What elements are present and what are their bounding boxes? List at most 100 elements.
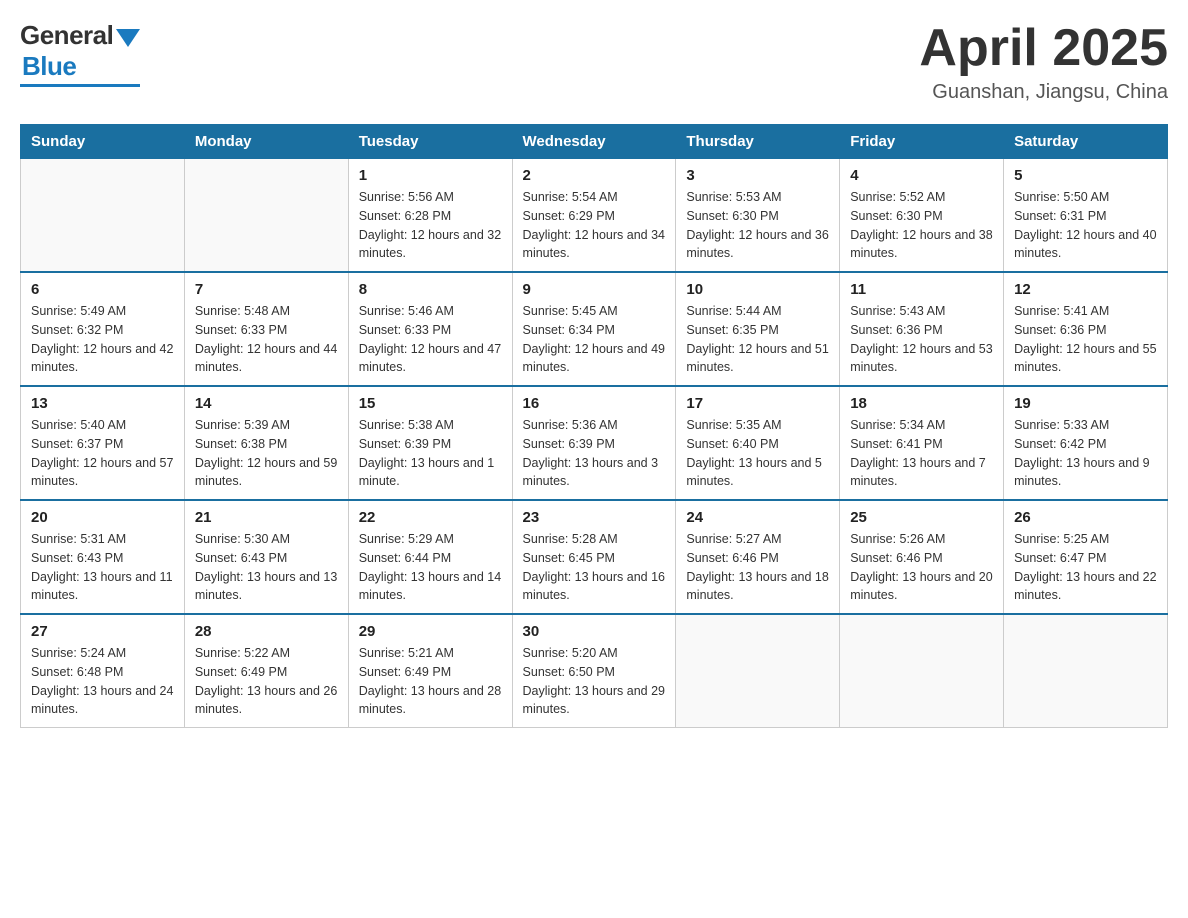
calendar-cell: 5 Sunrise: 5:50 AMSunset: 6:31 PMDaylight… — [1004, 159, 1168, 273]
title-area: April 2025 Guanshan, Jiangsu, China — [919, 20, 1168, 104]
day-info: Sunrise: 5:44 AMSunset: 6:35 PMDaylight:… — [686, 302, 829, 377]
day-info: Sunrise: 5:56 AMSunset: 6:28 PMDaylight:… — [359, 188, 502, 263]
day-number: 13 — [31, 395, 174, 412]
logo-general-text: General — [20, 20, 113, 51]
day-number: 12 — [1014, 281, 1157, 298]
day-info: Sunrise: 5:39 AMSunset: 6:38 PMDaylight:… — [195, 416, 338, 491]
day-number: 11 — [850, 281, 993, 298]
calendar-cell: 11 Sunrise: 5:43 AMSunset: 6:36 PMDayligh… — [840, 272, 1004, 386]
day-number: 26 — [1014, 509, 1157, 526]
day-number: 1 — [359, 167, 502, 184]
calendar-cell — [840, 614, 1004, 728]
day-number: 17 — [686, 395, 829, 412]
day-number: 30 — [523, 623, 666, 640]
calendar-cell: 21 Sunrise: 5:30 AMSunset: 6:43 PMDayligh… — [184, 500, 348, 614]
calendar-cell: 18 Sunrise: 5:34 AMSunset: 6:41 PMDayligh… — [840, 386, 1004, 500]
day-info: Sunrise: 5:20 AMSunset: 6:50 PMDaylight:… — [523, 644, 666, 719]
day-number: 28 — [195, 623, 338, 640]
calendar-cell: 6 Sunrise: 5:49 AMSunset: 6:32 PMDaylight… — [21, 272, 185, 386]
calendar-cell: 7 Sunrise: 5:48 AMSunset: 6:33 PMDaylight… — [184, 272, 348, 386]
calendar-header-wednesday: Wednesday — [512, 125, 676, 159]
day-number: 24 — [686, 509, 829, 526]
calendar-cell: 17Sunrise: 5:35 AMSunset: 6:40 PMDayligh… — [676, 386, 840, 500]
day-number: 23 — [523, 509, 666, 526]
logo-triangle-icon — [116, 29, 140, 47]
calendar-cell: 28Sunrise: 5:22 AMSunset: 6:49 PMDayligh… — [184, 614, 348, 728]
day-number: 7 — [195, 281, 338, 298]
day-number: 29 — [359, 623, 502, 640]
day-info: Sunrise: 5:49 AMSunset: 6:32 PMDaylight:… — [31, 302, 174, 377]
day-number: 27 — [31, 623, 174, 640]
location-text: Guanshan, Jiangsu, China — [919, 81, 1168, 104]
day-info: Sunrise: 5:48 AMSunset: 6:33 PMDaylight:… — [195, 302, 338, 377]
calendar-cell: 20Sunrise: 5:31 AMSunset: 6:43 PMDayligh… — [21, 500, 185, 614]
day-info: Sunrise: 5:43 AMSunset: 6:36 PMDaylight:… — [850, 302, 993, 377]
day-info: Sunrise: 5:36 AMSunset: 6:39 PMDaylight:… — [523, 416, 666, 491]
day-number: 8 — [359, 281, 502, 298]
day-info: Sunrise: 5:30 AMSunset: 6:43 PMDaylight:… — [195, 530, 338, 605]
calendar-cell — [184, 159, 348, 273]
calendar-week-row: 1 Sunrise: 5:56 AMSunset: 6:28 PMDaylight… — [21, 159, 1168, 273]
day-number: 6 — [31, 281, 174, 298]
day-number: 14 — [195, 395, 338, 412]
calendar-header-friday: Friday — [840, 125, 1004, 159]
page-header: General Blue April 2025 Guanshan, Jiangs… — [20, 20, 1168, 104]
day-info: Sunrise: 5:54 AMSunset: 6:29 PMDaylight:… — [523, 188, 666, 263]
day-number: 15 — [359, 395, 502, 412]
calendar-cell: 2 Sunrise: 5:54 AMSunset: 6:29 PMDaylight… — [512, 159, 676, 273]
calendar-cell: 24 Sunrise: 5:27 AMSunset: 6:46 PMDayligh… — [676, 500, 840, 614]
calendar-cell: 23Sunrise: 5:28 AMSunset: 6:45 PMDayligh… — [512, 500, 676, 614]
calendar-cell: 26 Sunrise: 5:25 AMSunset: 6:47 PMDayligh… — [1004, 500, 1168, 614]
day-info: Sunrise: 5:50 AMSunset: 6:31 PMDaylight:… — [1014, 188, 1157, 263]
day-info: Sunrise: 5:53 AMSunset: 6:30 PMDaylight:… — [686, 188, 829, 263]
calendar-cell: 15 Sunrise: 5:38 AMSunset: 6:39 PMDayligh… — [348, 386, 512, 500]
day-info: Sunrise: 5:45 AMSunset: 6:34 PMDaylight:… — [523, 302, 666, 377]
calendar-header-thursday: Thursday — [676, 125, 840, 159]
day-number: 21 — [195, 509, 338, 526]
calendar-cell: 10Sunrise: 5:44 AMSunset: 6:35 PMDayligh… — [676, 272, 840, 386]
day-number: 9 — [523, 281, 666, 298]
calendar-cell: 27 Sunrise: 5:24 AMSunset: 6:48 PMDayligh… — [21, 614, 185, 728]
logo-blue-text: Blue — [22, 51, 76, 82]
day-number: 5 — [1014, 167, 1157, 184]
calendar-header-saturday: Saturday — [1004, 125, 1168, 159]
day-number: 2 — [523, 167, 666, 184]
day-number: 3 — [686, 167, 829, 184]
day-number: 19 — [1014, 395, 1157, 412]
calendar-header-sunday: Sunday — [21, 125, 185, 159]
day-number: 16 — [523, 395, 666, 412]
day-number: 25 — [850, 509, 993, 526]
day-info: Sunrise: 5:21 AMSunset: 6:49 PMDaylight:… — [359, 644, 502, 719]
month-title: April 2025 — [919, 20, 1168, 77]
day-info: Sunrise: 5:38 AMSunset: 6:39 PMDaylight:… — [359, 416, 502, 491]
calendar-table: SundayMondayTuesdayWednesdayThursdayFrid… — [20, 124, 1168, 728]
day-number: 4 — [850, 167, 993, 184]
logo: General Blue — [20, 20, 140, 87]
calendar-week-row: 13 Sunrise: 5:40 AMSunset: 6:37 PMDayligh… — [21, 386, 1168, 500]
calendar-cell: 13 Sunrise: 5:40 AMSunset: 6:37 PMDayligh… — [21, 386, 185, 500]
day-info: Sunrise: 5:31 AMSunset: 6:43 PMDaylight:… — [31, 530, 174, 605]
calendar-cell: 29 Sunrise: 5:21 AMSunset: 6:49 PMDayligh… — [348, 614, 512, 728]
calendar-cell: 12 Sunrise: 5:41 AMSunset: 6:36 PMDayligh… — [1004, 272, 1168, 386]
day-info: Sunrise: 5:24 AMSunset: 6:48 PMDaylight:… — [31, 644, 174, 719]
day-info: Sunrise: 5:27 AMSunset: 6:46 PMDaylight:… — [686, 530, 829, 605]
calendar-week-row: 27 Sunrise: 5:24 AMSunset: 6:48 PMDayligh… — [21, 614, 1168, 728]
calendar-header-row: SundayMondayTuesdayWednesdayThursdayFrid… — [21, 125, 1168, 159]
day-info: Sunrise: 5:25 AMSunset: 6:47 PMDaylight:… — [1014, 530, 1157, 605]
calendar-cell: 19Sunrise: 5:33 AMSunset: 6:42 PMDayligh… — [1004, 386, 1168, 500]
day-info: Sunrise: 5:40 AMSunset: 6:37 PMDaylight:… — [31, 416, 174, 491]
calendar-cell: 16 Sunrise: 5:36 AMSunset: 6:39 PMDayligh… — [512, 386, 676, 500]
day-info: Sunrise: 5:41 AMSunset: 6:36 PMDaylight:… — [1014, 302, 1157, 377]
calendar-header-monday: Monday — [184, 125, 348, 159]
day-number: 18 — [850, 395, 993, 412]
logo-underline — [20, 84, 140, 87]
calendar-cell: 22Sunrise: 5:29 AMSunset: 6:44 PMDayligh… — [348, 500, 512, 614]
calendar-week-row: 20Sunrise: 5:31 AMSunset: 6:43 PMDayligh… — [21, 500, 1168, 614]
day-number: 22 — [359, 509, 502, 526]
calendar-cell: 25Sunrise: 5:26 AMSunset: 6:46 PMDayligh… — [840, 500, 1004, 614]
calendar-week-row: 6 Sunrise: 5:49 AMSunset: 6:32 PMDaylight… — [21, 272, 1168, 386]
day-info: Sunrise: 5:52 AMSunset: 6:30 PMDaylight:… — [850, 188, 993, 263]
calendar-cell: 30 Sunrise: 5:20 AMSunset: 6:50 PMDayligh… — [512, 614, 676, 728]
day-info: Sunrise: 5:34 AMSunset: 6:41 PMDaylight:… — [850, 416, 993, 491]
calendar-cell — [1004, 614, 1168, 728]
